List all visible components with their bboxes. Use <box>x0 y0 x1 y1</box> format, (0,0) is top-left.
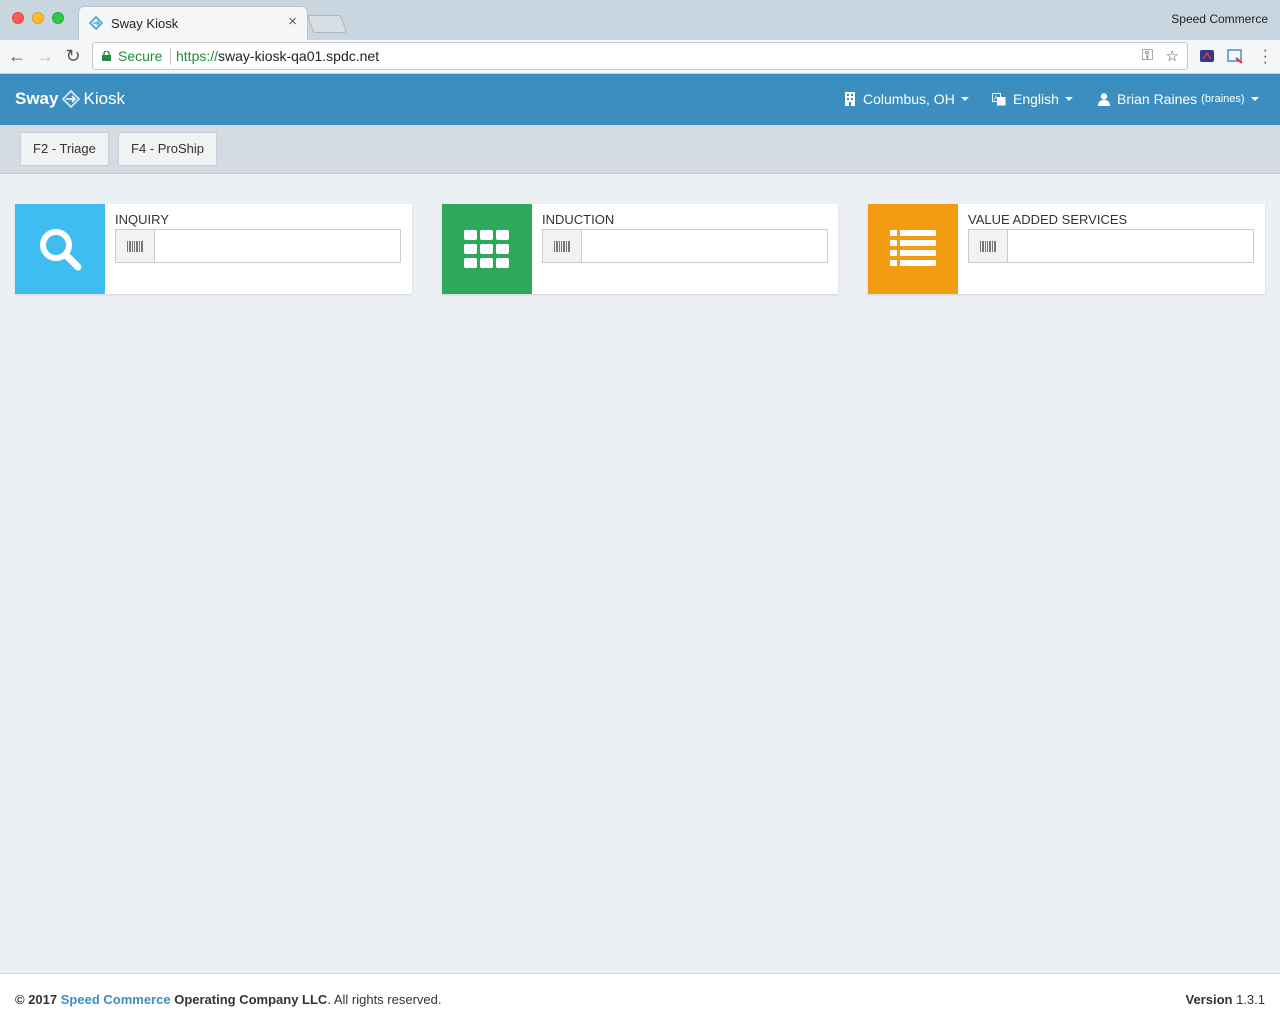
triage-button[interactable]: F2 - Triage <box>20 132 109 166</box>
barcode-icon <box>116 230 155 262</box>
browser-toolbar: ← → ↻ Secure https://sway-kiosk-qa01.spd… <box>0 40 1280 74</box>
omnibox-separator <box>170 48 171 65</box>
copyright-year: © 2017 <box>15 992 58 1007</box>
inquiry-icon-panel[interactable] <box>15 204 105 294</box>
url-text[interactable]: https://sway-kiosk-qa01.spdc.net <box>176 48 379 64</box>
extension-screenshot-icon[interactable] <box>1226 47 1244 65</box>
building-icon <box>845 92 855 106</box>
lock-icon <box>102 51 111 61</box>
user-dropdown[interactable]: Brian Raines (braines) <box>1098 91 1259 107</box>
induction-icon-panel[interactable] <box>442 204 532 294</box>
chevron-down-icon <box>1064 97 1073 101</box>
sway-favicon-icon <box>89 16 103 30</box>
induction-barcode-input[interactable] <box>582 230 827 262</box>
company-link[interactable]: Speed Commerce <box>61 992 171 1007</box>
version-label: Version <box>1185 992 1233 1007</box>
inquiry-barcode-input[interactable] <box>155 230 400 262</box>
language-dropdown[interactable]: A English <box>992 91 1073 107</box>
inquiry-input-group <box>115 229 401 263</box>
induction-input-group <box>542 229 828 263</box>
version-info: Version 1.3.1 <box>1185 992 1265 1007</box>
barcode-icon <box>969 230 1008 262</box>
new-tab-button[interactable] <box>306 15 348 33</box>
tab-title: Sway Kiosk <box>111 16 179 31</box>
barcode-icon <box>543 230 582 262</box>
back-icon[interactable]: ← <box>6 45 28 67</box>
chevron-down-icon <box>1250 97 1259 101</box>
browser-menu-icon[interactable]: · · · <box>1263 43 1268 71</box>
location-label: Columbus, OH <box>863 91 955 107</box>
reload-icon[interactable]: ↻ <box>62 45 84 67</box>
translate-icon: A <box>992 92 1006 105</box>
list-icon <box>890 230 936 266</box>
url-scheme: https:// <box>176 48 219 64</box>
maximize-window-button[interactable] <box>52 12 64 24</box>
user-name: Brian Raines <box>1117 91 1198 107</box>
chevron-down-icon <box>960 97 969 101</box>
secure-label: Secure <box>118 48 163 64</box>
browser-tab[interactable]: Sway Kiosk × <box>78 6 308 40</box>
vas-input-group <box>968 229 1254 263</box>
inquiry-title: INQUIRY <box>115 212 169 227</box>
brand-sway: Sway <box>15 89 59 108</box>
induction-title: INDUCTION <box>542 212 615 227</box>
browser-profile-name[interactable]: Speed Commerce <box>1171 12 1268 26</box>
forward-icon[interactable]: → <box>34 45 56 67</box>
url-host: sway-kiosk-qa01.spdc.net <box>218 48 380 64</box>
minimize-window-button[interactable] <box>32 12 44 24</box>
svg-text:A: A <box>994 96 998 102</box>
version-number: 1.3.1 <box>1236 992 1265 1007</box>
user-icon <box>1098 92 1110 106</box>
browser-titlebar: Sway Kiosk × Speed Commerce <box>0 0 1280 40</box>
close-window-button[interactable] <box>12 12 24 24</box>
key-icon[interactable]: ⚿ <box>1142 47 1153 64</box>
brand-kiosk: Kiosk <box>83 89 126 108</box>
hotkey-bar: F2 - Triage F4 - ProShip <box>0 125 1280 174</box>
footer: © 2017 Speed Commerce Operating Company … <box>0 973 1280 1024</box>
location-dropdown[interactable]: Columbus, OH <box>844 91 969 107</box>
vas-icon-panel[interactable] <box>868 204 958 294</box>
brand-logo[interactable]: Sway Kiosk <box>15 89 125 109</box>
rights-text: . All rights reserved. <box>327 992 442 1007</box>
search-icon <box>40 229 82 271</box>
user-login: (braines) <box>1201 93 1245 105</box>
address-bar[interactable]: Secure https://sway-kiosk-qa01.spdc.net … <box>92 42 1188 70</box>
copyright-text: © 2017 Speed Commerce Operating Company … <box>15 992 441 1007</box>
extension-icon[interactable] <box>1198 47 1216 65</box>
inquiry-card: INQUIRY <box>15 204 412 294</box>
grid-icon <box>464 230 509 268</box>
induction-card: INDUCTION <box>442 204 838 294</box>
proship-button[interactable]: F4 - ProShip <box>118 132 217 166</box>
vas-barcode-input[interactable] <box>1008 230 1253 262</box>
tab-close-icon[interactable]: × <box>288 13 297 30</box>
vas-title: VALUE ADDED SERVICES <box>968 212 1128 227</box>
language-label: English <box>1013 91 1059 107</box>
sway-arrow-icon <box>62 90 81 108</box>
bookmark-star-icon[interactable]: ☆ <box>1166 47 1179 65</box>
company-name-rest: Operating Company LLC <box>174 992 328 1007</box>
vas-card: VALUE ADDED SERVICES <box>868 204 1265 294</box>
app-navbar: Sway Kiosk Columbus, OH A English Brian … <box>0 74 1280 125</box>
